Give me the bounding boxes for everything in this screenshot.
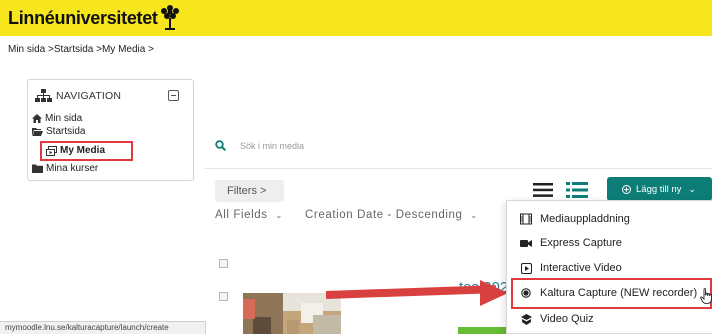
quiz-icon: [519, 312, 533, 326]
folder-open-icon: [32, 128, 43, 136]
film-icon: [519, 212, 533, 226]
entry-thumbnail[interactable]: [243, 293, 341, 334]
sidebar-item-label: Min sida: [45, 113, 83, 124]
sidebar-item-my-media[interactable]: My Media: [46, 145, 105, 156]
menu-item-express-capture[interactable]: Express Capture: [507, 231, 712, 255]
detailed-list-view-icon[interactable]: [566, 182, 588, 198]
top-header: Linnéuniversitetet: [0, 0, 712, 36]
navigation-header: NAVIGATION: [35, 89, 121, 103]
thumbnail-image: [243, 293, 341, 334]
sort-dropdown[interactable]: Creation Date - Descending ⌄: [305, 209, 478, 221]
menu-item-label: Interactive Video: [540, 262, 622, 274]
breadcrumb-item-my-media[interactable]: My Media: [102, 44, 145, 55]
chevron-down-icon: ⌄: [275, 211, 283, 220]
search-icon: [215, 140, 226, 151]
fields-dropdown[interactable]: All Fields ⌄: [215, 209, 283, 221]
select-all-checkbox[interactable]: [219, 259, 228, 268]
menu-item-media-upload[interactable]: Mediauppladdning: [507, 207, 712, 231]
annotation-arrow-line: [325, 285, 497, 299]
breadcrumb-item-startsida[interactable]: Startsida: [54, 44, 93, 55]
breadcrumb-item-min-sida[interactable]: Min sida: [8, 44, 45, 55]
tree-logo-icon: [161, 5, 179, 30]
menu-item-label: Mediauppladdning: [540, 213, 630, 225]
menu-item-label: Express Capture: [540, 237, 622, 249]
add-new-button[interactable]: Lägg till ny ⌄: [607, 177, 712, 201]
hand-cursor-icon: [700, 288, 712, 304]
add-new-menu: Mediauppladdning Express Capture Interac…: [506, 200, 712, 334]
search-underline: [205, 168, 712, 169]
entry-checkbox[interactable]: [219, 292, 228, 301]
filters-button[interactable]: Filters >: [215, 180, 284, 202]
breadcrumb: Min sida >Startsida >My Media >: [8, 44, 154, 55]
menu-item-label: Video Quiz: [540, 313, 594, 325]
kaltura-capture-highlight: [511, 278, 712, 309]
chevron-down-icon: ⌄: [688, 183, 696, 194]
add-new-label: Lägg till ny: [636, 183, 682, 195]
navigation-block: NAVIGATION Min sida Startsida My Media M…: [27, 79, 194, 181]
status-bar-url: mymoodle.lnu.se/kalturacapture/launch/cr…: [0, 321, 206, 334]
media-icon: [46, 145, 57, 156]
sidebar-item-mina-kurser[interactable]: Mina kurser: [32, 163, 98, 174]
sidebar-item-label: Mina kurser: [46, 163, 99, 174]
video-camera-icon: [519, 236, 533, 250]
sidebar-item-label: My Media: [60, 145, 106, 156]
menu-item-video-quiz[interactable]: Video Quiz: [507, 307, 712, 331]
sidebar-item-min-sida[interactable]: Min sida: [32, 113, 82, 124]
media-search[interactable]: Sök i min media: [215, 140, 304, 151]
menu-item-interactive-video[interactable]: Interactive Video: [507, 256, 712, 280]
folder-icon: [32, 164, 43, 173]
annotation-arrow-head: [480, 280, 508, 306]
sidebar-item-startsida[interactable]: Startsida: [32, 126, 85, 137]
search-input[interactable]: Sök i min media: [240, 141, 304, 151]
play-box-icon: [519, 261, 533, 275]
navigation-title: NAVIGATION: [56, 90, 122, 102]
sitemap-icon: [35, 89, 52, 102]
fields-dropdown-label: All Fields: [215, 209, 268, 221]
plus-circle-icon: [622, 184, 631, 194]
sort-dropdown-label: Creation Date - Descending: [305, 209, 463, 221]
home-icon: [32, 114, 42, 123]
collapse-block-button[interactable]: [168, 90, 179, 101]
sidebar-item-label: Startsida: [46, 126, 86, 137]
breadcrumb-separator: >: [148, 44, 154, 55]
list-view-icon[interactable]: [533, 183, 553, 197]
university-logo[interactable]: Linnéuniversitetet: [8, 8, 158, 29]
chevron-down-icon: ⌄: [470, 211, 478, 220]
